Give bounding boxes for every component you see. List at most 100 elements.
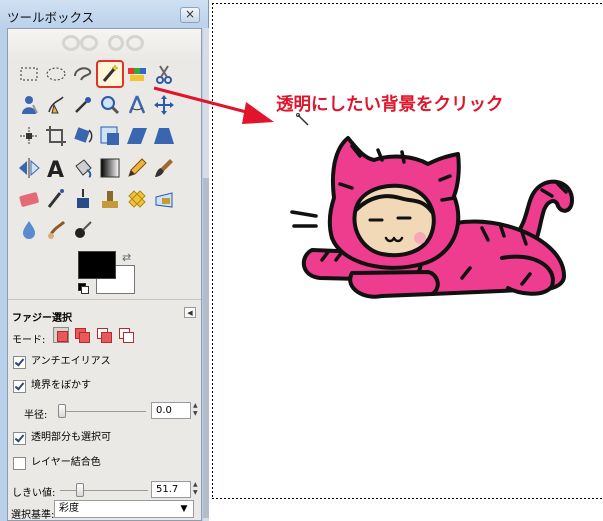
- dodge-burn-tool-button[interactable]: [71, 218, 95, 242]
- color-select-tool-button[interactable]: [125, 62, 149, 86]
- layer-boundary-top: [212, 3, 603, 4]
- cat-illustration: [290, 136, 574, 299]
- heal-icon: [128, 190, 146, 208]
- scale-tool-button[interactable]: [98, 124, 122, 148]
- foreground-color-swatch[interactable]: [78, 251, 116, 279]
- rotate-tool-button[interactable]: [71, 124, 95, 148]
- free-select-icon: [74, 67, 92, 81]
- airbrush-tool-button[interactable]: [44, 187, 68, 211]
- threshold-label: しきい値:: [12, 488, 56, 499]
- select-by-value: 彩度: [59, 503, 79, 514]
- panel-divider: [8, 299, 201, 300]
- text-icon: A: [47, 158, 64, 180]
- zoom-icon: [101, 96, 120, 115]
- foreground-select-tool-button[interactable]: [17, 93, 41, 117]
- wilber-eye-icon: [62, 35, 80, 51]
- mode-intersect-button[interactable]: [118, 327, 134, 343]
- reset-colors-icon[interactable]: [78, 283, 89, 294]
- color-picker-tool-button[interactable]: [71, 93, 95, 117]
- wilber-eye-icon: [108, 35, 124, 51]
- wilber-eye-icon: [80, 35, 98, 51]
- dodge-burn-icon: [75, 221, 92, 238]
- close-icon: ×: [184, 7, 196, 21]
- heal-tool-button[interactable]: [125, 187, 149, 211]
- feather-row[interactable]: 境界をぼかす: [13, 379, 91, 395]
- layer-boundary-left: [212, 3, 213, 499]
- radius-slider-track[interactable]: [58, 411, 146, 412]
- wilber-eye-icon: [126, 35, 144, 51]
- threshold-slider-thumb[interactable]: [76, 483, 84, 497]
- tool-options-title: ファジー選択: [12, 313, 72, 324]
- mode-label: モード:: [12, 335, 46, 346]
- mode-subtract-button[interactable]: [96, 327, 112, 343]
- panel-menu-button[interactable]: ◀: [184, 307, 196, 318]
- color-select-icon: [128, 68, 146, 81]
- fuzzy-select-tool-button[interactable]: [96, 60, 124, 88]
- airbrush-icon: [47, 189, 64, 208]
- blend-tool-button[interactable]: [98, 156, 122, 180]
- flip-tool-button[interactable]: [17, 156, 41, 180]
- text-tool-button[interactable]: A: [44, 156, 68, 180]
- toolbox-window: ツールボックス × A ⇄ ファジー選択 ◀ モード: アンチエイリアス 境界を…: [0, 0, 209, 521]
- antialias-checkbox[interactable]: [13, 355, 26, 369]
- shear-tool-button[interactable]: [125, 124, 149, 148]
- svg-text:A: A: [47, 158, 64, 180]
- mode-replace-icon: [57, 331, 68, 342]
- callout-arrow: [153, 86, 274, 124]
- rotate-icon: [74, 127, 93, 143]
- radius-input[interactable]: 0.0: [151, 402, 191, 419]
- bucket-fill-icon: [75, 159, 92, 178]
- crop-tool-button[interactable]: [44, 124, 68, 148]
- align-tool-button[interactable]: [17, 124, 41, 148]
- sample-merged-checkbox[interactable]: [13, 456, 26, 470]
- toolbox-titlebar[interactable]: ツールボックス ×: [0, 0, 209, 28]
- antialias-row[interactable]: アンチエイリアス: [13, 355, 111, 371]
- paths-tool-button[interactable]: [44, 93, 68, 117]
- toolbox-title: ツールボックス: [7, 10, 95, 25]
- crop-icon: [46, 126, 66, 146]
- flip-icon: [19, 158, 40, 178]
- swap-colors-icon[interactable]: ⇄: [122, 251, 131, 264]
- threshold-spin-arrows[interactable]: ▲ ▼: [193, 481, 201, 498]
- free-select-tool-button[interactable]: [71, 62, 95, 86]
- rect-select-tool-button[interactable]: [17, 62, 41, 86]
- layer-boundary-bottom: [212, 498, 603, 499]
- mode-add-button[interactable]: [74, 327, 90, 343]
- transparent-row[interactable]: 透明部分も選択可: [13, 431, 111, 447]
- radius-spin-arrows[interactable]: ▲ ▼: [193, 402, 201, 419]
- color-area: ⇄: [78, 251, 142, 301]
- measure-tool-button[interactable]: [125, 93, 149, 117]
- radius-label: 半径:: [24, 410, 48, 421]
- feather-checkbox[interactable]: [13, 379, 26, 393]
- paintbrush-icon: [155, 159, 173, 177]
- select-transparent-checkbox[interactable]: [13, 431, 26, 445]
- chevron-down-icon: ▼: [180, 504, 188, 514]
- ellipse-select-tool-button[interactable]: [44, 62, 68, 86]
- select-transparent-label: 透明部分も選択可: [31, 432, 111, 443]
- scrollbar-thumb[interactable]: [203, 178, 209, 518]
- ink-tool-button[interactable]: [71, 187, 95, 211]
- blend-icon: [100, 158, 120, 178]
- threshold-input[interactable]: 51.7: [151, 481, 191, 498]
- bucket-fill-tool-button[interactable]: [71, 156, 95, 180]
- wilber-logo: [8, 29, 201, 59]
- pencil-tool-button[interactable]: [125, 156, 149, 180]
- clone-tool-button[interactable]: [98, 187, 122, 211]
- antialias-label: アンチエイリアス: [31, 356, 111, 367]
- threshold-slider-track[interactable]: [60, 490, 148, 491]
- eraser-icon: [19, 192, 39, 207]
- blur-tool-button[interactable]: [17, 218, 41, 242]
- zoom-tool-button[interactable]: [98, 93, 122, 117]
- mode-replace-button[interactable]: [53, 327, 69, 343]
- paintbrush-tool-button[interactable]: [152, 156, 176, 180]
- radius-slider-thumb[interactable]: [58, 404, 66, 418]
- align-icon: [20, 127, 38, 145]
- eraser-tool-button[interactable]: [17, 187, 41, 211]
- color-picker-icon: [75, 97, 91, 113]
- smudge-tool-button[interactable]: [44, 218, 68, 242]
- perspective-clone-tool-button[interactable]: [152, 187, 176, 211]
- select-by-dropdown[interactable]: 彩度 ▼: [54, 500, 194, 518]
- close-button[interactable]: ×: [180, 7, 200, 23]
- merged-row[interactable]: レイヤー結合色: [13, 456, 101, 472]
- rect-select-icon: [20, 67, 38, 81]
